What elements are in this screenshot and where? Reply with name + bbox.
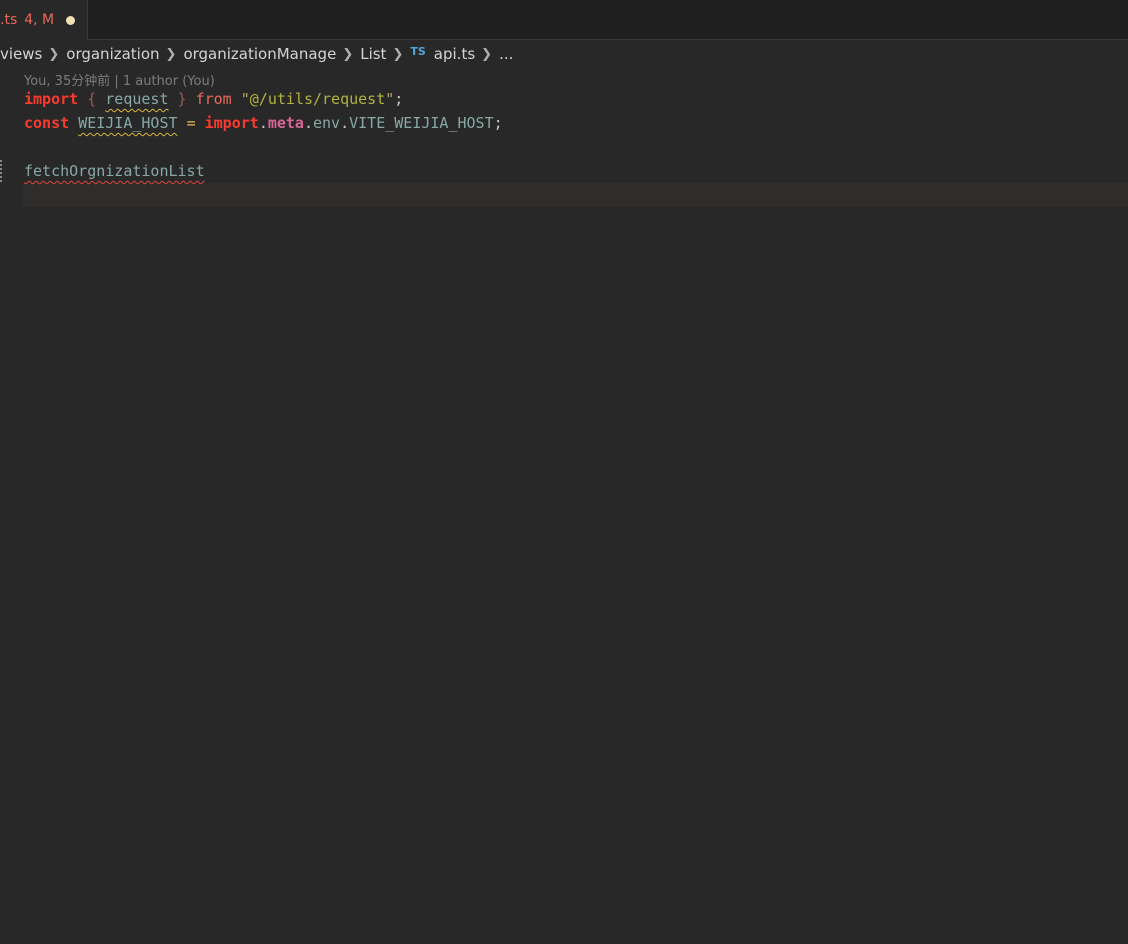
string-path: @/utils/request <box>249 90 386 108</box>
identifier-request: request <box>105 90 169 108</box>
breadcrumb-item-list[interactable]: List <box>360 45 386 63</box>
keyword-from: from <box>195 90 232 108</box>
brace-open: { <box>87 90 97 108</box>
chevron-right-icon: ❯ <box>48 46 60 62</box>
code-line-1: import { request } from "@/utils/request… <box>24 87 403 111</box>
editor-tab-api-ts[interactable]: .ts 4, M <box>0 0 88 40</box>
chevron-right-icon: ❯ <box>392 46 404 62</box>
chevron-right-icon: ❯ <box>165 46 177 62</box>
breadcrumb-item-organization-manage[interactable]: organizationManage <box>183 45 336 63</box>
quote-close: " <box>385 90 395 108</box>
dot: . <box>340 114 350 132</box>
keyword-import-meta: import <box>204 114 259 132</box>
quote-open: " <box>240 90 250 108</box>
tab-problem-status: 4, M <box>24 12 55 28</box>
breadcrumb-item-views[interactable]: views <box>0 45 42 63</box>
breadcrumb-item-organization[interactable]: organization <box>66 45 159 63</box>
current-line-highlight <box>22 183 1128 207</box>
typescript-file-icon: TS <box>410 44 426 58</box>
editor-tab-bar: .ts 4, M <box>0 0 1128 40</box>
breadcrumb: views ❯ organization ❯ organizationManag… <box>0 44 513 64</box>
unsaved-dot-icon[interactable] <box>66 15 76 25</box>
chevron-right-icon: ❯ <box>481 46 493 62</box>
identifier-fetch-orgnization-list: fetchOrgnizationList <box>24 162 205 180</box>
property-vite-weijia-host: VITE_WEIJIA_HOST <box>349 114 494 132</box>
brace-close: } <box>177 90 187 108</box>
gutter-change-indicator[interactable] <box>0 160 5 182</box>
breadcrumb-item-file[interactable]: api.ts <box>434 45 475 63</box>
property-meta: meta <box>267 114 304 132</box>
semicolon: ; <box>394 90 404 108</box>
code-line-4: fetchOrgnizationList <box>24 159 205 183</box>
breadcrumb-ellipsis[interactable]: ... <box>499 45 513 63</box>
operator-equals: = <box>186 114 196 132</box>
semicolon: ; <box>493 114 503 132</box>
property-env: env <box>313 114 341 132</box>
code-line-2: const WEIJIA_HOST = import.meta.env.VITE… <box>24 111 503 135</box>
tab-file-name: .ts <box>0 12 18 28</box>
identifier-weijia-host: WEIJIA_HOST <box>78 114 178 132</box>
chevron-right-icon: ❯ <box>342 46 354 62</box>
keyword-const: const <box>24 114 70 132</box>
dot: . <box>303 114 313 132</box>
dot: . <box>258 114 268 132</box>
keyword-import: import <box>24 90 79 108</box>
